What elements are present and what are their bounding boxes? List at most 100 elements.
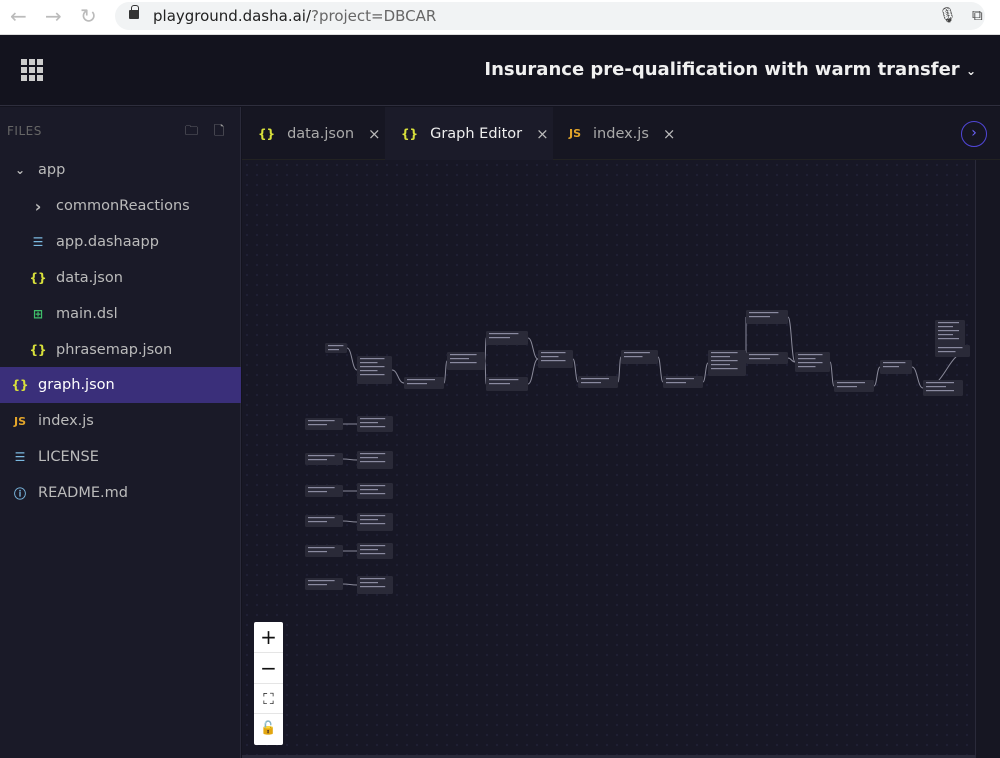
vertical-scrollbar[interactable] xyxy=(975,160,1000,758)
lines-icon: ☰ xyxy=(14,450,26,464)
open-external-icon[interactable]: ⧉ xyxy=(972,6,983,24)
js-icon: JS xyxy=(13,414,26,428)
graph-node[interactable] xyxy=(447,352,485,370)
zoom-in-button[interactable]: + xyxy=(254,622,283,653)
file-data-json[interactable]: {} data.json xyxy=(0,260,241,296)
edge xyxy=(342,458,358,461)
graph-node[interactable] xyxy=(357,356,392,384)
chevron-down-icon: ⌄ xyxy=(14,163,26,177)
graph-node[interactable] xyxy=(305,485,343,497)
graph-node[interactable] xyxy=(357,451,393,469)
graph-node[interactable] xyxy=(305,418,343,430)
zoom-out-button[interactable]: − xyxy=(254,653,283,684)
graph-node[interactable] xyxy=(795,352,830,372)
reload-icon[interactable]: ↻ xyxy=(80,4,97,28)
graph-node[interactable] xyxy=(404,377,444,389)
braces-icon: {} xyxy=(11,378,29,392)
close-icon[interactable]: × xyxy=(368,125,381,143)
graph-node[interactable] xyxy=(357,483,393,499)
dsl-icon: ⊞ xyxy=(32,307,44,321)
graph-node[interactable] xyxy=(935,320,965,348)
tab-index-js[interactable]: JS index.js × xyxy=(553,107,683,160)
tab-label: Graph Editor xyxy=(430,125,523,142)
graph-node[interactable] xyxy=(578,376,618,388)
edge xyxy=(391,369,405,384)
graph-canvas[interactable] xyxy=(242,160,975,756)
mic-icon[interactable]: 🎙 xyxy=(938,6,957,24)
file-readme-md[interactable]: ⓘ README.md xyxy=(0,475,241,511)
graph-node[interactable] xyxy=(305,578,343,590)
file-label: main.dsl xyxy=(56,306,118,322)
braces-icon: {} xyxy=(29,343,47,357)
back-icon[interactable]: ← xyxy=(10,4,27,28)
file-license[interactable]: ☰ LICENSE xyxy=(0,439,241,475)
file-label: LICENSE xyxy=(38,449,99,465)
graph-node[interactable] xyxy=(746,352,788,364)
project-title-dropdown[interactable]: Insurance pre-qualification with warm tr… xyxy=(484,59,976,80)
app-header: Insurance pre-qualification with warm tr… xyxy=(0,35,1000,106)
zoom-controls: + − ⛶ 🔓 xyxy=(254,622,283,745)
lock-icon xyxy=(129,5,139,19)
graph-node[interactable] xyxy=(708,350,746,376)
scroll-tabs-right-button[interactable]: › xyxy=(961,121,987,147)
file-label: README.md xyxy=(38,485,128,501)
new-file-icon[interactable]: 🗋 xyxy=(214,122,224,144)
folder-commonreactions[interactable]: › commonReactions xyxy=(0,188,241,224)
apps-grid-icon[interactable] xyxy=(21,59,43,81)
file-main-dsl[interactable]: ⊞ main.dsl xyxy=(0,296,241,332)
close-icon[interactable]: × xyxy=(536,125,549,143)
graph-node[interactable] xyxy=(663,376,703,388)
graph-node[interactable] xyxy=(305,545,343,557)
graph-node[interactable] xyxy=(357,416,393,432)
file-index-js[interactable]: JS index.js xyxy=(0,403,241,439)
edge xyxy=(443,360,448,384)
graph-node[interactable] xyxy=(325,343,347,353)
graph-node[interactable] xyxy=(486,331,528,345)
forward-icon[interactable]: → xyxy=(45,4,62,28)
edge xyxy=(346,347,358,371)
edge xyxy=(657,356,664,383)
graph-node[interactable] xyxy=(357,576,393,594)
chevron-down-icon: ⌄ xyxy=(965,64,976,78)
graph-node[interactable] xyxy=(746,310,788,324)
edge xyxy=(484,360,487,385)
close-icon[interactable]: × xyxy=(663,125,676,143)
file-label: index.js xyxy=(38,413,94,429)
graph-node[interactable] xyxy=(880,360,912,374)
edge xyxy=(527,358,539,385)
file-label: app xyxy=(38,162,66,178)
file-app-dashaapp[interactable]: ☰ app.dashaapp xyxy=(0,224,241,260)
graph-node[interactable] xyxy=(935,345,970,357)
info-icon: ⓘ xyxy=(13,486,26,501)
folder-app[interactable]: ⌄ app xyxy=(0,152,241,188)
braces-icon: {} xyxy=(258,126,276,141)
graph-node[interactable] xyxy=(834,380,874,392)
graph-node[interactable] xyxy=(486,377,528,391)
graph-node[interactable] xyxy=(621,350,658,364)
graph-node[interactable] xyxy=(305,453,343,465)
new-folder-icon[interactable]: 🗀 xyxy=(185,122,198,144)
tab-label: data.json xyxy=(287,125,355,142)
editor-tabs: {} data.json × {} Graph Editor × JS index.js × xyxy=(242,107,1000,160)
file-phrasemap-json[interactable]: {} phrasemap.json xyxy=(0,332,241,368)
edge xyxy=(702,362,709,383)
graph-node[interactable] xyxy=(357,543,393,559)
graph-nodes xyxy=(305,310,971,594)
project-title: Insurance pre-qualification with warm tr… xyxy=(484,59,960,80)
edge xyxy=(617,356,622,383)
graph-node[interactable] xyxy=(305,515,343,527)
file-graph-json[interactable]: {} graph.json xyxy=(0,367,241,403)
graph-node[interactable] xyxy=(538,350,573,368)
edge xyxy=(873,366,881,387)
address-bar[interactable]: playground.dasha.ai/?project=DBCAR xyxy=(115,2,985,30)
edge xyxy=(342,583,358,586)
lock-button[interactable]: 🔓 xyxy=(254,714,283,745)
graph-node[interactable] xyxy=(357,513,393,531)
tab-graph-editor[interactable]: {} Graph Editor × xyxy=(385,107,553,160)
edge xyxy=(527,337,539,360)
graph-node[interactable] xyxy=(923,380,963,396)
fit-view-button[interactable]: ⛶ xyxy=(254,684,283,715)
tab-label: index.js xyxy=(593,125,649,142)
tab-data-json[interactable]: {} data.json × xyxy=(242,107,385,160)
edge xyxy=(911,366,924,389)
